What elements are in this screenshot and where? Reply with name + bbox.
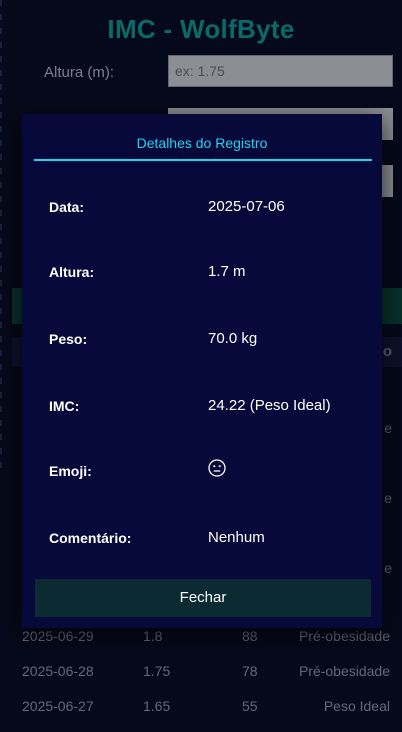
close-button[interactable]: Fechar <box>35 579 371 617</box>
weight-detail-value: 70.0 kg <box>208 330 258 347</box>
date-value: 2025-07-06 <box>208 198 285 215</box>
weight-detail-label: Peso: <box>49 331 88 347</box>
dialog-title-underline <box>34 159 372 161</box>
comment-value: Nenhum <box>208 529 265 546</box>
height-detail-value: 1.7 m <box>208 263 246 280</box>
emoji-label: Emoji: <box>49 463 92 479</box>
comment-label: Comentário: <box>49 530 132 546</box>
record-details-dialog: Detalhes do Registro Data: 2025-07-06 Al… <box>22 114 382 628</box>
neutral-face-icon <box>208 459 226 477</box>
bmi-label: IMC: <box>49 398 80 414</box>
height-detail-label: Altura: <box>49 264 95 280</box>
bmi-value: 24.22 (Peso Ideal) <box>208 397 331 414</box>
dialog-title: Detalhes do Registro <box>136 135 268 151</box>
date-label: Data: <box>49 199 85 215</box>
